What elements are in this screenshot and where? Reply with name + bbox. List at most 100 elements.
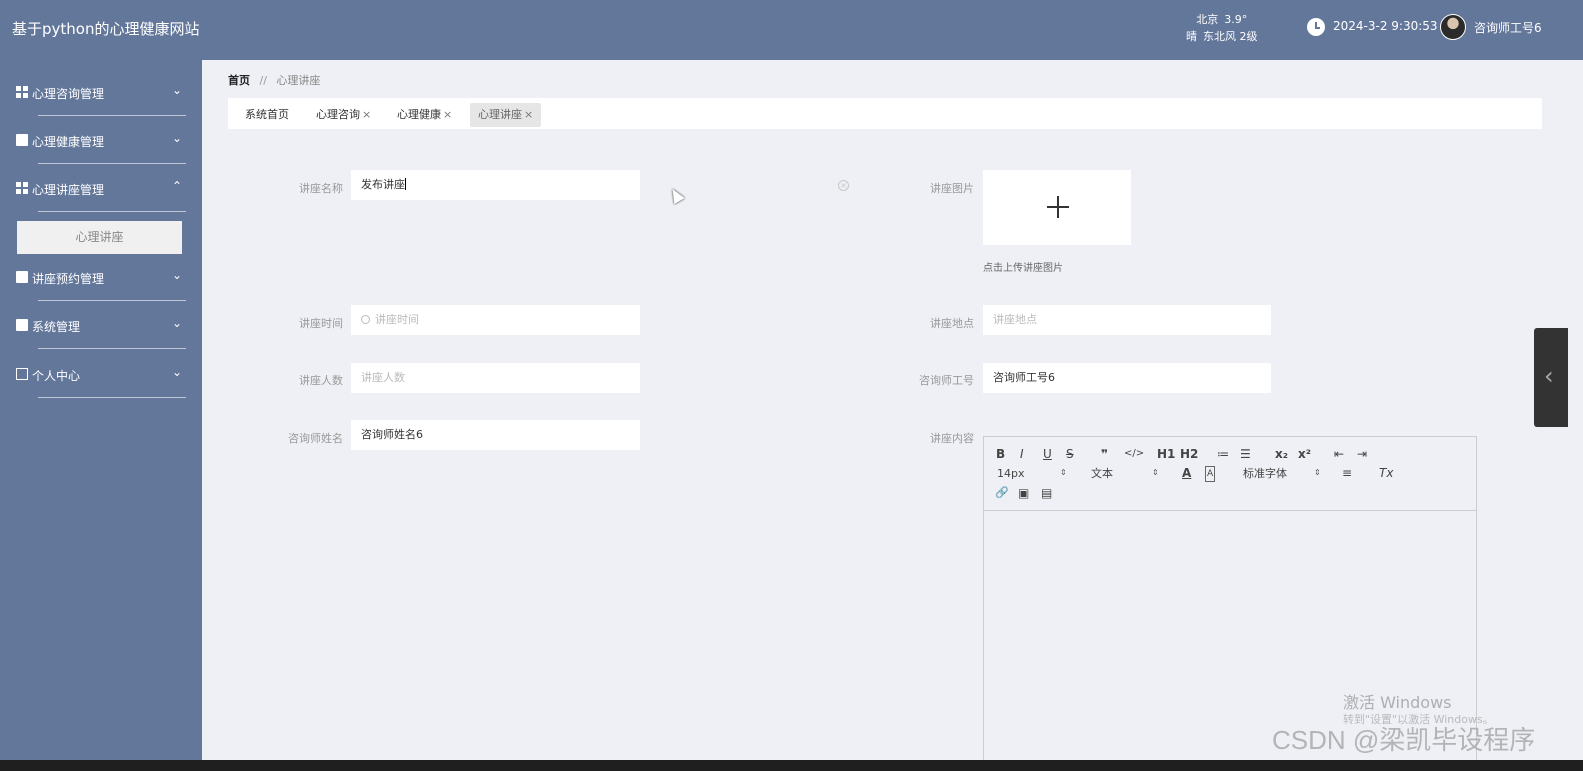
chevron-up-icon: ⌃ — [171, 179, 182, 193]
site-title: 基于python的心理健康网站 — [12, 20, 200, 38]
weather-city: 北京 — [1196, 13, 1219, 26]
sidebar-item-label: 心理健康管理 — [32, 135, 105, 149]
block-format-select[interactable]: 文本 — [1091, 467, 1113, 481]
chevron-down-icon: ⌄ — [171, 131, 182, 145]
clock-icon — [361, 315, 370, 324]
divider — [38, 397, 186, 398]
grid-icon — [16, 86, 28, 98]
italic-icon[interactable]: I — [1020, 447, 1024, 461]
sidebar-item-label: 心理讲座管理 — [32, 183, 105, 197]
tab-label: 心理健康 — [397, 108, 441, 121]
upload-hint: 点击上传讲座图片 — [983, 263, 1063, 274]
image-upload-button[interactable] — [983, 170, 1131, 245]
taskbar-edge — [0, 760, 1583, 771]
bold-icon[interactable]: B — [996, 447, 1005, 461]
header-1-icon[interactable]: H1 — [1157, 447, 1175, 461]
select-arrows-icon: ⇕ — [1314, 468, 1321, 477]
chevron-down-icon: ⌄ — [171, 83, 182, 97]
clipboard-icon — [16, 319, 28, 331]
windows-activation-watermark: 激活 Windows — [1343, 693, 1452, 712]
lecture-image-label: 讲座图片 — [930, 182, 974, 195]
breadcrumb: 首页 // 心理讲座 — [228, 72, 320, 88]
counselor-no-label: 咨询师工号 — [919, 374, 974, 387]
header-2-icon[interactable]: H2 — [1180, 447, 1198, 461]
subscript-icon[interactable]: x₂ — [1275, 447, 1288, 461]
avatar[interactable] — [1440, 14, 1466, 40]
editor-toolbar: B I U S ❞ </> H1 H2 ≔ ☰ x₂ x² ⇤ ⇥ 14px ⇕… — [984, 437, 1476, 511]
sidebar-item-lecture[interactable]: 心理讲座管理 ⌃ — [16, 164, 186, 212]
sidebar-subitem-lecture[interactable]: 心理讲座 — [17, 221, 182, 254]
tab-lecture[interactable]: 心理讲座 × — [470, 103, 542, 127]
clear-format-icon[interactable]: Tx — [1379, 466, 1393, 480]
sidebar-item-system[interactable]: 系统管理 ⌄ — [16, 301, 186, 349]
sidebar-item-health[interactable]: 心理健康管理 ⌄ — [16, 116, 186, 164]
video-icon[interactable]: ▤ — [1041, 486, 1052, 500]
user-name[interactable]: 咨询师工号6 — [1474, 19, 1542, 36]
tab-health[interactable]: 心理健康 × — [389, 103, 460, 127]
lecture-time-picker[interactable]: 讲座时间 — [351, 305, 640, 335]
chevron-left-icon: ‹ — [1544, 362, 1554, 390]
counselor-name-input[interactable]: 咨询师姓名6 — [351, 420, 640, 450]
close-icon[interactable]: × — [443, 108, 452, 121]
tab-consultation[interactable]: 心理咨询 × — [308, 103, 379, 127]
tab-home[interactable]: 系统首页 — [237, 103, 297, 127]
lecture-count-label: 讲座人数 — [299, 374, 343, 387]
indent-icon[interactable]: ⇥ — [1357, 447, 1367, 461]
close-icon[interactable]: × — [524, 108, 533, 121]
sidebar-item-booking[interactable]: 讲座预约管理 ⌄ — [16, 253, 186, 301]
superscript-icon[interactable]: x² — [1298, 447, 1311, 461]
ordered-list-icon[interactable]: ≔ — [1217, 447, 1229, 461]
sidebar-item-profile[interactable]: 个人中心 ⌄ — [16, 350, 186, 398]
weather-condition: 晴 — [1186, 30, 1197, 43]
id-card-icon — [16, 368, 28, 380]
outdent-icon[interactable]: ⇤ — [1334, 447, 1344, 461]
counselor-name-label: 咨询师姓名 — [288, 432, 343, 445]
grid-icon — [16, 182, 28, 194]
blockquote-icon[interactable]: ❞ — [1101, 447, 1108, 461]
lecture-name-value: 发布讲座 — [361, 178, 405, 191]
underline-icon[interactable]: U — [1043, 447, 1052, 461]
briefcase-icon — [16, 271, 28, 283]
clock-icon — [1307, 18, 1325, 36]
link-icon[interactable]: 🔗 — [995, 486, 1009, 500]
bullet-list-icon[interactable]: ☰ — [1240, 447, 1251, 461]
chevron-down-icon: ⌄ — [171, 365, 182, 379]
tab-label: 心理咨询 — [316, 108, 360, 121]
sidebar-item-label: 讲座预约管理 — [32, 272, 105, 286]
text-caret — [405, 178, 406, 190]
code-block-icon[interactable]: </> — [1124, 447, 1144, 461]
select-arrows-icon: ⇕ — [1152, 468, 1159, 477]
weather-wind: 东北风 2级 — [1203, 30, 1258, 43]
text-color-icon[interactable]: A — [1182, 466, 1191, 480]
counselor-no-input[interactable]: 咨询师工号6 — [983, 363, 1271, 393]
lecture-name-label: 讲座名称 — [299, 182, 343, 195]
lecture-place-label: 讲座地点 — [930, 317, 974, 330]
lecture-place-input[interactable]: 讲座地点 — [983, 305, 1271, 335]
font-size-select[interactable]: 14px — [997, 467, 1025, 481]
sidebar-item-label: 心理咨询管理 — [32, 87, 105, 101]
image-icon[interactable]: ▣ — [1018, 486, 1029, 500]
thumbs-up-icon — [16, 134, 28, 146]
sidebar-item-label: 系统管理 — [32, 320, 81, 334]
csdn-watermark: CSDN @梁凯毕设程序 — [1272, 725, 1536, 755]
lecture-count-input[interactable]: 讲座人数 — [351, 363, 640, 393]
sidebar-item-consultation[interactable]: 心理咨询管理 ⌄ — [16, 68, 186, 116]
breadcrumb-home[interactable]: 首页 — [228, 74, 250, 87]
select-arrows-icon: ⇕ — [1060, 468, 1067, 477]
align-icon[interactable]: ≡ — [1342, 466, 1352, 480]
lecture-name-input[interactable]: 发布讲座 — [351, 170, 640, 200]
weather-temp: 3.9° — [1224, 13, 1248, 26]
background-color-icon[interactable]: A — [1205, 466, 1216, 482]
panel-toggle-button[interactable]: ‹ — [1534, 328, 1568, 427]
lecture-time-label: 讲座时间 — [299, 317, 343, 330]
breadcrumb-separator: // — [259, 74, 267, 87]
sidebar: 心理咨询管理 ⌄ 心理健康管理 ⌄ 心理讲座管理 ⌃ 心理讲座 讲座预约管理 ⌄… — [0, 60, 202, 771]
tab-label: 心理讲座 — [478, 108, 522, 121]
mouse-cursor-icon — [667, 185, 685, 205]
chevron-down-icon: ⌄ — [171, 316, 182, 330]
clear-icon[interactable]: × — [838, 180, 849, 191]
tabs-bar: 系统首页 心理咨询 × 心理健康 × 心理讲座 × — [228, 98, 1542, 129]
font-family-select[interactable]: 标准字体 — [1243, 467, 1287, 481]
strikethrough-icon[interactable]: S — [1066, 447, 1074, 461]
close-icon[interactable]: × — [362, 108, 371, 121]
